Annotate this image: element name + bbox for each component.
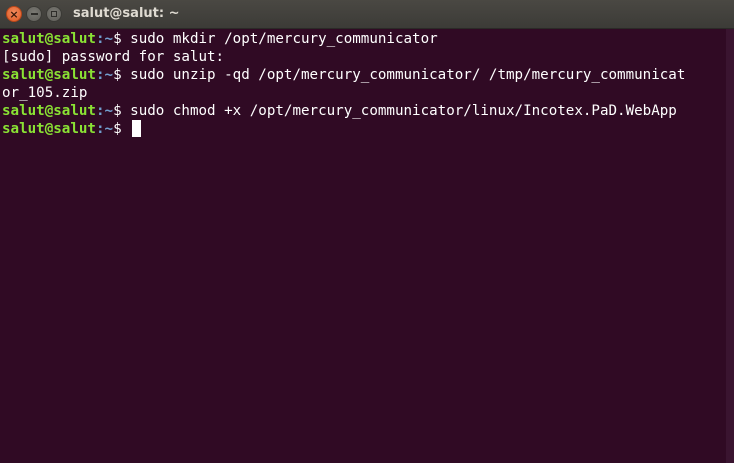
command-text: sudo unzip -qd /opt/mercury_communicator… xyxy=(130,67,686,83)
terminal-line: salut@salut:~$ sudo chmod +x /opt/mercur… xyxy=(2,102,726,120)
maximize-icon[interactable] xyxy=(46,6,62,22)
terminal-line: or_105.zip xyxy=(2,84,726,102)
maximize-glyph xyxy=(51,11,57,17)
prompt-symbol: $ xyxy=(113,121,131,137)
prompt-path: :~ xyxy=(95,67,114,83)
prompt-path: :~ xyxy=(95,31,114,47)
prompt-user: salut@salut xyxy=(2,67,96,83)
terminal-line: salut@salut:~$ xyxy=(2,120,726,138)
prompt-path: :~ xyxy=(95,121,114,137)
terminal-line: salut@salut:~$ sudo unzip -qd /opt/mercu… xyxy=(2,66,726,84)
close-glyph: × xyxy=(9,7,19,21)
command-text: sudo mkdir /opt/mercury_communicator xyxy=(130,31,438,47)
terminal-output[interactable]: salut@salut:~$ sudo mkdir /opt/mercury_c… xyxy=(0,29,726,463)
prompt-symbol: $ xyxy=(113,67,131,83)
terminal-line: [sudo] password for salut: xyxy=(2,48,726,66)
minimize-icon[interactable] xyxy=(26,6,42,22)
command-text: sudo chmod +x /opt/mercury_communicator/… xyxy=(130,103,677,119)
text-cursor xyxy=(132,120,142,137)
close-icon[interactable]: × xyxy=(6,6,22,22)
prompt-user: salut@salut xyxy=(2,31,96,47)
terminal-window: × salut@salut: ~ salut@salut:~$ sudo mkd… xyxy=(0,0,734,463)
prompt-user: salut@salut xyxy=(2,121,96,137)
window-title: salut@salut: ~ xyxy=(73,6,180,21)
title-bar[interactable]: × salut@salut: ~ xyxy=(0,0,734,29)
prompt-symbol: $ xyxy=(113,31,131,47)
output-text: [sudo] password for salut: xyxy=(2,49,225,65)
prompt-user: salut@salut xyxy=(2,103,96,119)
prompt-symbol: $ xyxy=(113,103,131,119)
terminal-line: salut@salut:~$ sudo mkdir /opt/mercury_c… xyxy=(2,30,726,48)
output-text: or_105.zip xyxy=(2,85,88,101)
scrollbar[interactable] xyxy=(726,29,734,463)
prompt-path: :~ xyxy=(95,103,114,119)
minimize-glyph xyxy=(30,13,38,15)
